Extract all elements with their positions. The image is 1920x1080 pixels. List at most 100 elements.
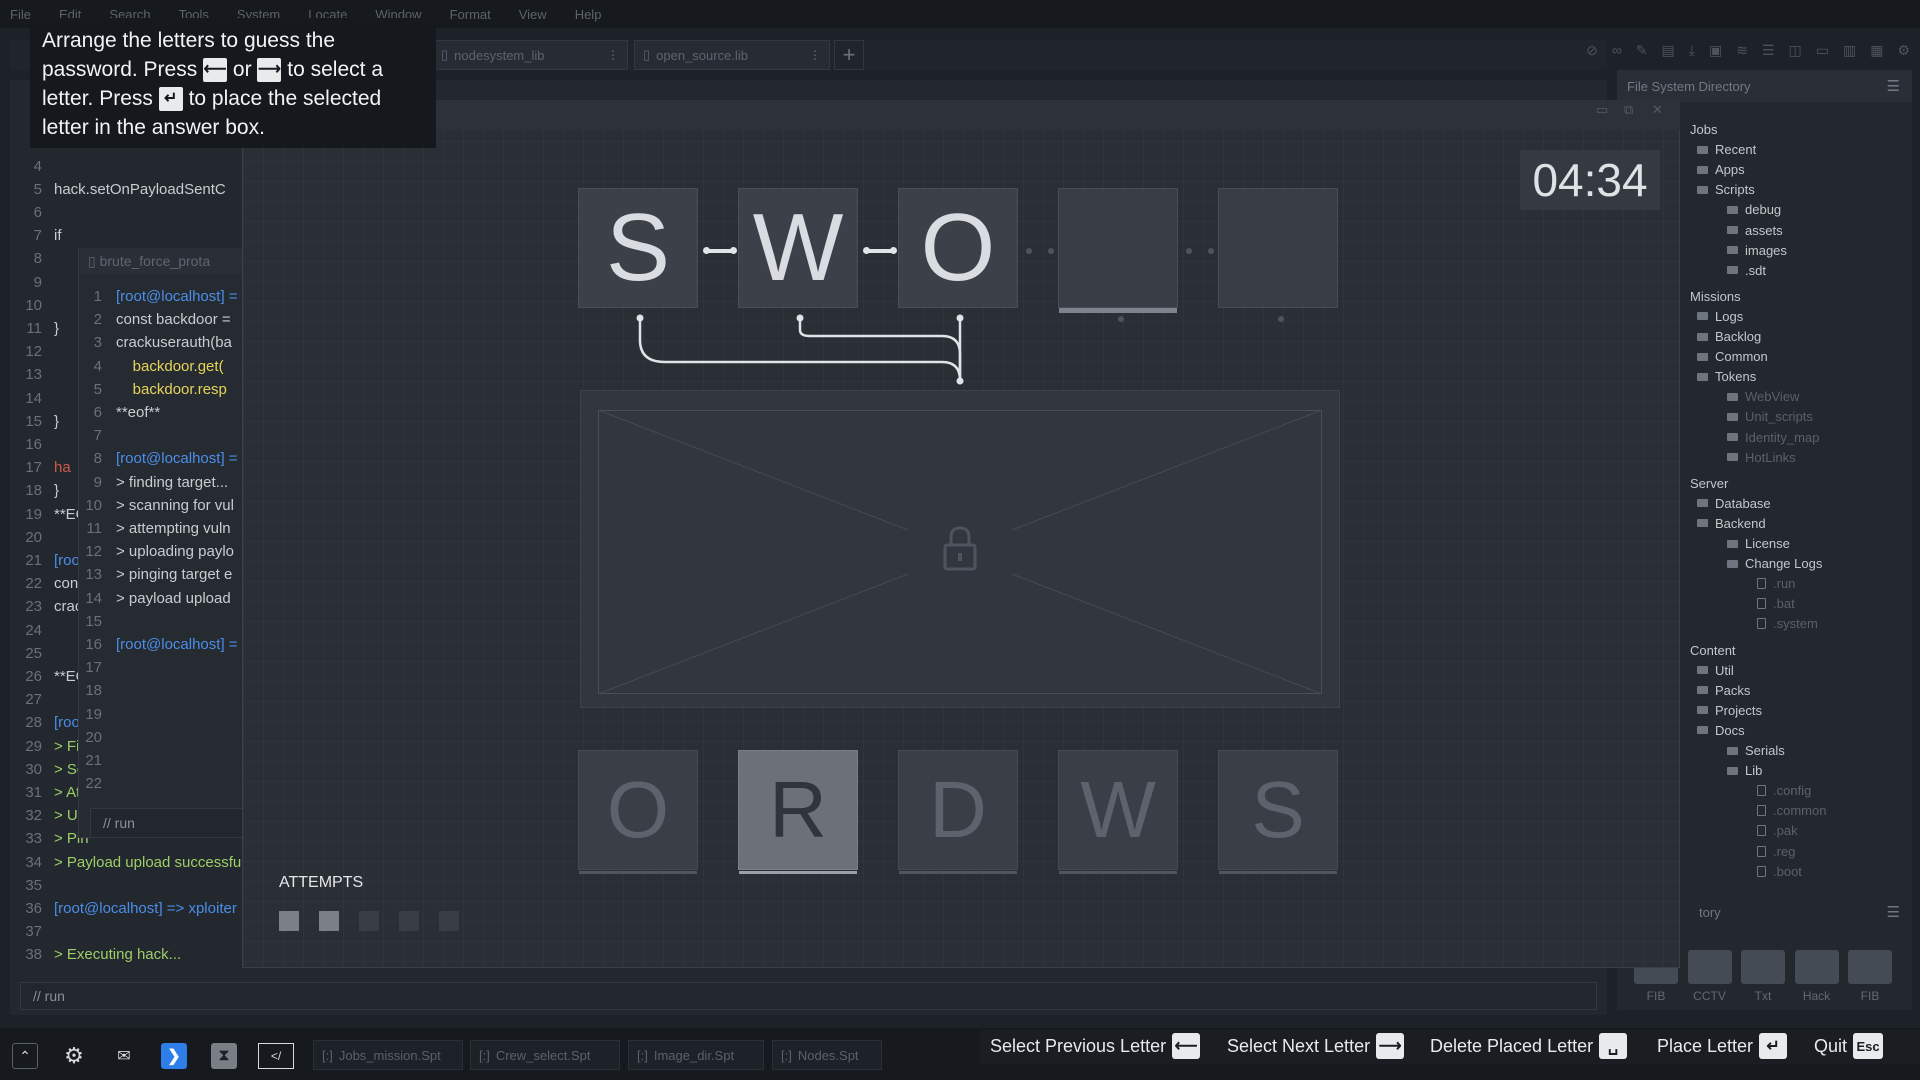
folder-icon[interactable] [1848,950,1892,984]
menu-item-format[interactable]: Format [450,7,491,22]
tree-file[interactable]: .config [1757,783,1811,798]
tree-file[interactable]: .common [1757,803,1826,818]
tree-file[interactable]: .reg [1757,844,1795,859]
layout-panel-icon[interactable]: ▭ [1816,42,1829,59]
tree-section[interactable]: Server [1690,476,1728,491]
tree-file[interactable]: .system [1757,616,1818,631]
hourglass-icon[interactable]: ⧗ [211,1043,237,1069]
tree-folder[interactable]: Database [1697,496,1771,511]
save-icon[interactable]: ▣ [1709,42,1722,59]
letter-tile[interactable]: O [578,750,698,874]
tree-file[interactable]: .run [1757,576,1795,591]
tree-folder[interactable]: assets [1727,223,1783,238]
tab-nodesystem-lib[interactable]: ▯ nodesystem_lib ⋮ [432,40,628,70]
add-tab-button[interactable]: + [834,40,864,70]
folder-icon[interactable] [1741,950,1785,984]
tree-section[interactable]: Content [1690,643,1736,658]
tree-section[interactable]: Jobs [1690,122,1717,137]
hamburger-icon[interactable]: ☰ [1887,77,1900,95]
file-icon: ▯ [643,47,651,62]
tree-folder[interactable]: Apps [1697,162,1745,177]
gear-icon[interactable]: ⚙ [61,1043,87,1069]
download-icon[interactable]: ⤓ [1689,42,1695,59]
run-input[interactable]: // run [20,982,1597,1010]
grid-icon[interactable]: ▦ [1870,42,1883,59]
letter-tile[interactable]: S [1218,750,1338,874]
inner-tab[interactable]: ▯ brute_force_prota [80,248,250,274]
taskbar-file[interactable]: [:] Nodes.Spt [772,1040,882,1070]
menu-item-file[interactable]: File [10,7,31,22]
tree-folder[interactable]: Change Logs [1727,556,1822,571]
line-number: 6 [93,404,102,421]
tree-folder[interactable]: Lib [1727,763,1762,778]
menu-item-view[interactable]: View [519,7,547,22]
mail-icon[interactable]: ✉ [111,1043,137,1069]
tree-folder[interactable]: Recent [1697,142,1756,157]
layers-icon[interactable]: ≋ [1736,42,1748,59]
layout-columns-icon[interactable]: ▥ [1843,42,1856,59]
tree-file[interactable]: .boot [1757,864,1802,879]
layout-rows-icon[interactable]: ☰ [1762,42,1775,59]
answer-slot[interactable] [1058,188,1178,313]
tree-section[interactable]: Missions [1690,289,1741,304]
line-number: 21 [25,552,42,569]
layout-split-icon[interactable]: ◫ [1789,42,1802,59]
tab-open-source-lib[interactable]: ▯ open_source.lib ⋮ [634,40,830,70]
folder-icon[interactable] [1794,950,1839,984]
more-icon[interactable]: ⋮ [809,48,821,62]
minimize-icon[interactable]: ▭ [1596,102,1608,118]
run-input-small[interactable]: // run [90,808,250,838]
pencil-icon[interactable]: ✎ [1636,42,1648,59]
taskbar-file[interactable]: [:] Crew_select.Spt [470,1040,620,1070]
letter-tile[interactable]: D [898,750,1018,874]
document-icon[interactable]: ▤ [1662,42,1675,59]
tree-folder[interactable]: Projects [1697,703,1762,718]
tree-folder[interactable]: Common [1697,349,1768,364]
tree-folder[interactable]: Scripts [1697,182,1755,197]
code-line: 38 > Executing hack... [14,946,181,963]
tree-file[interactable]: .bat [1757,596,1795,611]
menu-item-help[interactable]: Help [575,7,602,22]
tree-folder[interactable]: debug [1727,202,1781,217]
answer-slot[interactable] [1218,188,1338,308]
tree-folder[interactable]: Backlog [1697,329,1761,344]
tree-folder[interactable]: WebView [1727,389,1799,404]
tag-icon[interactable]: ⊘ [1586,42,1598,59]
restore-icon[interactable]: ⧉ [1624,102,1633,118]
more-icon[interactable]: ⋮ [607,48,619,62]
code-text: > payload upload [116,589,231,607]
tree-folder[interactable]: Util [1697,663,1734,678]
code-icon[interactable]: </ [258,1043,294,1069]
tree-folder[interactable]: Identity_map [1727,430,1819,445]
code-line: 27 [14,691,54,708]
taskbar-file[interactable]: [:] Image_dir.Spt [628,1040,764,1070]
tree-folder[interactable]: Unit_scripts [1727,409,1813,424]
tree-file[interactable]: .pak [1757,823,1798,838]
chevron-up-icon[interactable]: ⌃ [12,1043,38,1069]
tree-folder[interactable]: Serials [1727,743,1785,758]
tree-folder[interactable]: Docs [1697,723,1745,738]
answer-slot[interactable]: W [738,188,858,308]
tree-folder[interactable]: Backend [1697,516,1766,531]
terminal-arrow-icon[interactable]: ❯ [161,1043,187,1069]
tree-label: WebView [1745,389,1800,405]
hamburger-icon[interactable]: ☰ [1887,903,1900,921]
answer-slot[interactable]: S [578,188,698,308]
gear-icon[interactable]: ⚙ [1897,42,1910,59]
folder-icon[interactable] [1687,950,1732,984]
tree-folder[interactable]: Logs [1697,309,1743,324]
close-icon[interactable]: ✕ [1652,102,1663,118]
taskbar-file[interactable]: [:] Jobs_mission.Spt [313,1040,463,1070]
letter-tile[interactable]: W [1058,750,1178,874]
tree-folder[interactable]: License [1727,536,1790,551]
tree-folder[interactable]: Tokens [1697,369,1756,384]
script-icon: [:] [637,1047,648,1063]
tree-folder[interactable]: images [1727,243,1787,258]
tree-folder[interactable]: Packs [1697,683,1750,698]
link-icon[interactable]: ∞ [1612,42,1622,59]
tile-underline [1219,871,1337,874]
tree-folder[interactable]: .sdt [1727,263,1766,278]
tree-folder[interactable]: HotLinks [1727,450,1796,465]
letter-tile[interactable]: R [738,750,858,874]
answer-slot[interactable]: O [898,188,1018,308]
